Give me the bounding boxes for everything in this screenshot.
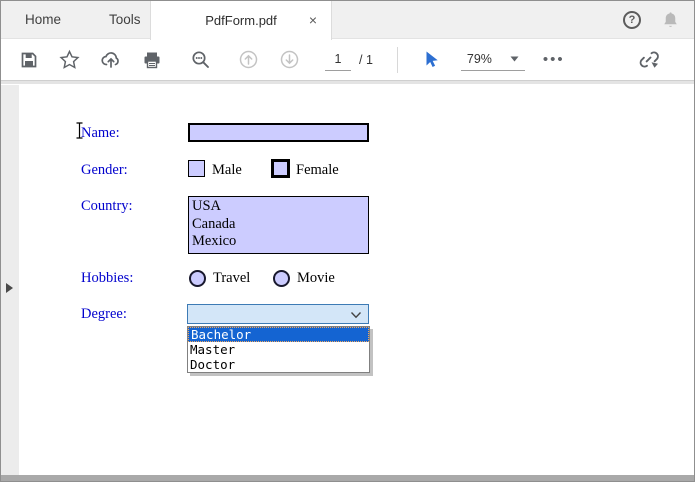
tab-bar: Home Tools PdfForm.pdf × ? [1,1,694,40]
zoom-level-control[interactable]: 79% [460,49,525,71]
share-link-icon [639,51,659,68]
help-icon[interactable]: ? [623,11,641,29]
previous-page-button[interactable] [228,44,269,76]
close-tab-icon[interactable]: × [305,12,321,28]
print-icon [144,52,159,68]
name-field[interactable] [188,123,369,142]
horizontal-scrollbar[interactable] [1,475,694,481]
save-button[interactable] [8,44,49,76]
search-button[interactable] [180,44,221,76]
country-option-usa[interactable]: USA [192,198,368,216]
page-number-input[interactable]: 1 [325,49,351,71]
select-tool-button[interactable] [410,44,451,76]
search-icon [192,51,209,68]
country-label: Country: [81,198,133,214]
page-down-icon [280,50,299,69]
collapsed-navigation-pane [1,85,19,475]
country-listbox[interactable]: USA Canada Mexico [188,196,369,254]
male-option-label: Male [212,162,242,178]
expand-panel-arrow[interactable] [6,283,13,293]
cloud-upload-button[interactable] [90,44,131,76]
degree-option-doctor[interactable]: Doctor [188,357,369,372]
travel-radio[interactable] [189,270,206,287]
share-link-button[interactable] [629,44,670,76]
degree-option-bachelor[interactable]: Bachelor [188,327,369,342]
female-checkbox[interactable] [271,159,290,178]
female-option-label: Female [296,162,339,178]
zoom-level-value: 79% [466,52,492,66]
pdf-viewer-window: Home Tools PdfForm.pdf × ? 1 / 1 79% •••… [0,0,695,482]
chevron-down-icon [350,312,362,319]
movie-radio[interactable] [273,270,290,287]
toolbar-divider [396,46,398,73]
pointer-tool-icon [426,51,438,67]
print-button[interactable] [131,44,172,76]
cloud-upload-icon [100,51,119,68]
page-up-icon [239,50,258,69]
bell-icon[interactable] [661,11,680,30]
document-page: Name: Gender: Male Female Country: USA C… [1,85,694,475]
degree-option-master[interactable]: Master [188,342,369,357]
save-icon [21,52,36,67]
degree-label: Degree: [81,306,127,322]
toolbar: 1 / 1 79% ••• [1,39,694,80]
document-tab-title: PdfForm.pdf [205,13,277,28]
star-button[interactable] [49,44,90,76]
tabbar-right-icons: ? [623,1,680,39]
star-icon [59,49,80,69]
degree-combobox[interactable] [187,304,369,324]
tab-document[interactable]: PdfForm.pdf × [150,1,332,40]
movie-option-label: Movie [297,270,335,286]
gender-label: Gender: [81,162,128,178]
tab-home[interactable]: Home [1,1,85,38]
page-total-label: / 1 [359,52,373,67]
zoom-caret-icon [510,56,519,62]
toolbar-document-divider [1,80,694,84]
country-option-canada[interactable]: Canada [192,216,368,234]
travel-option-label: Travel [213,270,251,286]
next-page-button[interactable] [269,44,310,76]
degree-dropdown-list: Bachelor Master Doctor [187,326,370,373]
more-options-button[interactable]: ••• [543,51,565,68]
name-label: Name: [81,125,120,141]
country-option-mexico[interactable]: Mexico [192,233,368,251]
male-checkbox[interactable] [188,160,205,177]
hobbies-label: Hobbies: [81,270,134,286]
